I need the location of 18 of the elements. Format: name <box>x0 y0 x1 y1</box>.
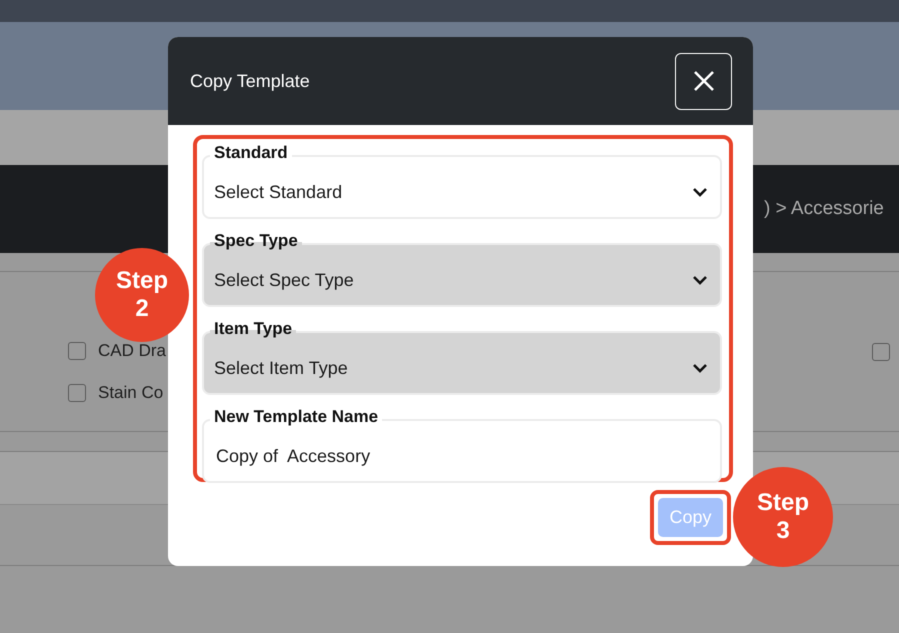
field-label: Spec Type <box>210 232 302 250</box>
chevron-down-icon <box>692 363 708 373</box>
dialog-title: Copy Template <box>190 70 310 92</box>
chevron-down-icon <box>692 275 708 285</box>
field-label: New Template Name <box>210 408 382 426</box>
field-label: Item Type <box>210 320 296 338</box>
checkbox[interactable] <box>872 342 890 360</box>
select-placeholder: Select Standard <box>214 182 342 202</box>
select-placeholder: Select Spec Type <box>214 270 354 290</box>
close-button[interactable] <box>675 52 732 110</box>
select-placeholder: Select Item Type <box>214 358 348 378</box>
checkbox[interactable] <box>68 342 86 360</box>
close-icon <box>692 70 714 92</box>
checkbox[interactable] <box>68 384 86 402</box>
chevron-down-icon <box>692 187 708 197</box>
breadcrumb: ) > Accessorie <box>764 198 884 220</box>
option-label: CAD Dra <box>98 340 166 360</box>
option-label: Stain Co <box>98 382 164 402</box>
